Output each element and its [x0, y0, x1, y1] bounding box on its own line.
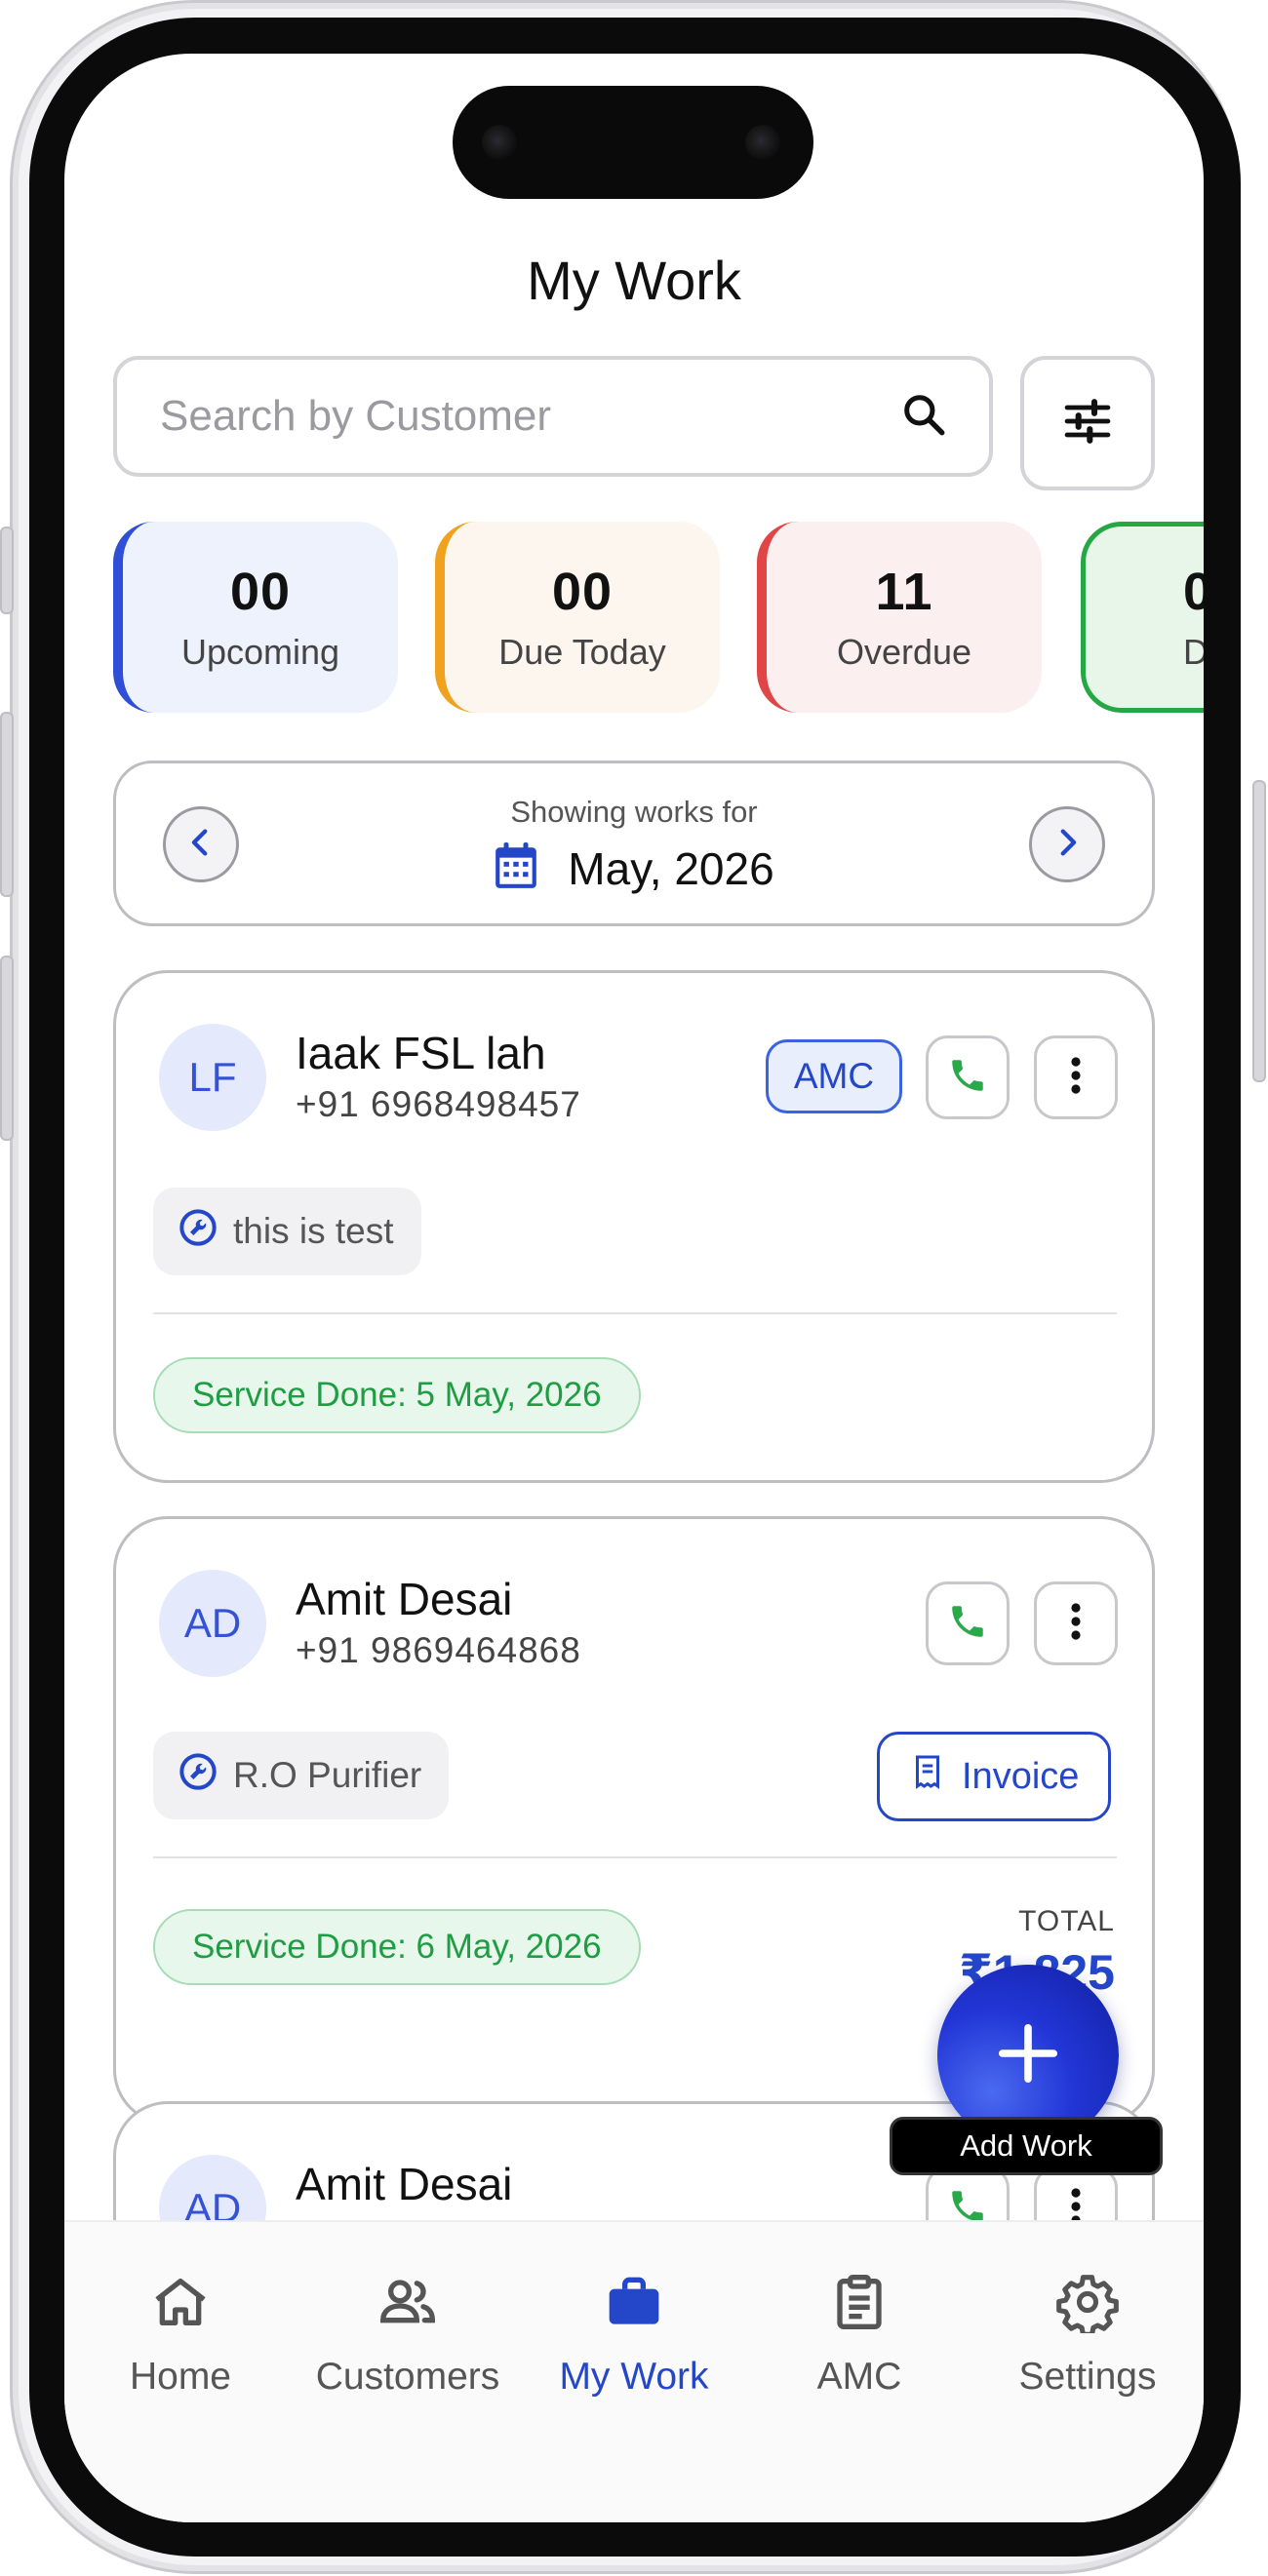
filter-sliders-icon — [1060, 394, 1115, 453]
search-box[interactable] — [113, 356, 993, 477]
nav-label: My Work — [559, 2356, 709, 2398]
total-label: TOTAL — [1018, 1905, 1115, 1937]
filter-button[interactable] — [1020, 356, 1155, 490]
invoice-label: Invoice — [962, 1755, 1080, 1797]
stat-label: Due Today — [498, 632, 666, 672]
stat-card-upcoming[interactable]: 00 Upcoming — [113, 522, 398, 713]
chevron-right-icon — [1050, 826, 1084, 864]
month-selector: Showing works for May, 2026 — [113, 761, 1155, 926]
more-options-button[interactable] — [1034, 1035, 1118, 1119]
nav-item-my-work[interactable]: My Work — [522, 2271, 746, 2399]
product-chip: this is test — [153, 1188, 421, 1275]
people-icon — [376, 2271, 439, 2338]
customer-name: Iaak FSL lah — [296, 1028, 546, 1078]
work-card[interactable]: LF Iaak FSL lah +91 6968498457 AMC this … — [113, 970, 1155, 1483]
nav-label: Customers — [315, 2356, 500, 2398]
nav-item-settings[interactable]: Settings — [975, 2271, 1200, 2399]
avatar: AD — [159, 1570, 266, 1677]
clipboard-icon — [828, 2271, 891, 2338]
product-name: R.O Purifier — [233, 1755, 422, 1795]
action-button — [0, 527, 14, 614]
nav-label: AMC — [816, 2356, 902, 2398]
customer-phone: +91 6968498457 — [296, 1084, 581, 1124]
search-icon[interactable] — [899, 390, 948, 444]
month-display: May, 2026 — [116, 841, 1152, 895]
service-status-badge: Service Done: 6 May, 2026 — [153, 1909, 641, 1985]
call-button[interactable] — [926, 1581, 1010, 1665]
amc-badge: AMC — [766, 1039, 902, 1113]
card-divider — [153, 1856, 1117, 1858]
nav-item-customers[interactable]: Customers — [296, 2271, 520, 2399]
call-button[interactable] — [926, 1035, 1010, 1119]
app-screen: My Work 00 Upcoming 00 Due Today 11 Over… — [64, 54, 1204, 2522]
customer-name: Amit Desai — [296, 1574, 513, 1624]
more-vertical-icon — [1070, 1602, 1082, 1646]
stat-count: 00 — [551, 563, 614, 621]
dynamic-island — [453, 86, 813, 199]
more-vertical-icon — [1070, 1056, 1082, 1100]
nav-item-home[interactable]: Home — [68, 2271, 293, 2399]
product-chip: R.O Purifier — [153, 1732, 450, 1819]
month-caption: Showing works for — [510, 795, 758, 829]
gear-icon — [1056, 2271, 1119, 2338]
stat-card-overdue[interactable]: 11 Overdue — [757, 522, 1042, 713]
nav-item-amc[interactable]: AMC — [747, 2271, 971, 2399]
stat-count: 0 — [1183, 562, 1204, 622]
stat-count: 11 — [875, 563, 933, 621]
add-work-tooltip: Add Work — [890, 2117, 1163, 2175]
volume-up-button — [0, 712, 14, 897]
nav-label: Settings — [1018, 2356, 1157, 2398]
more-options-button[interactable] — [1034, 1581, 1118, 1665]
calendar-icon — [494, 841, 538, 895]
invoice-button[interactable]: Invoice — [877, 1732, 1112, 1821]
bottom-navigation: Home Customers My Work AMC Settings — [64, 2220, 1204, 2522]
service-status-badge: Service Done: 5 May, 2026 — [153, 1357, 641, 1433]
stat-label: Overdue — [836, 632, 972, 672]
stat-label: Upcoming — [180, 632, 340, 672]
wrench-icon — [178, 1208, 218, 1256]
card-divider — [153, 1312, 1117, 1314]
phone-icon — [947, 1601, 988, 1647]
customer-phone: +91 9869464868 — [296, 1630, 581, 1670]
nav-label: Home — [129, 2356, 232, 2398]
briefcase-icon — [603, 2271, 665, 2338]
month-value: May, 2026 — [568, 842, 774, 894]
power-button — [1252, 780, 1266, 1082]
product-name: this is test — [233, 1211, 394, 1251]
avatar: LF — [159, 1024, 266, 1131]
receipt-icon — [913, 1754, 942, 1799]
stat-card-due-today[interactable]: 00 Due Today — [435, 522, 720, 713]
wrench-icon — [178, 1752, 218, 1800]
home-icon — [149, 2271, 212, 2338]
plus-icon — [994, 2019, 1062, 2092]
volume-down-button — [0, 956, 14, 1141]
stat-label: D — [1183, 632, 1204, 673]
phone-icon — [947, 1055, 988, 1101]
page-title: My Work — [527, 250, 741, 311]
stat-count: 00 — [229, 563, 292, 621]
search-input[interactable] — [160, 392, 899, 441]
next-month-button[interactable] — [1029, 806, 1105, 882]
customer-name: Amit Desai — [296, 2159, 513, 2209]
stat-card-done[interactable]: 0 D — [1081, 522, 1204, 713]
